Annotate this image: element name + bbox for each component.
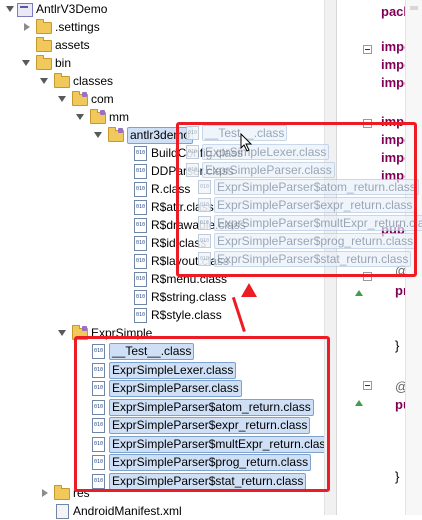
class-file-icon: 010 bbox=[134, 272, 147, 287]
expand-arrow-icon[interactable] bbox=[40, 78, 48, 84]
tree-label-mm: mm bbox=[109, 110, 129, 124]
tree-label-file: R$style.class bbox=[151, 308, 222, 322]
ruler-mark bbox=[410, 6, 418, 10]
collapsed-arrow-icon[interactable] bbox=[24, 23, 30, 31]
package-folder-icon bbox=[72, 91, 88, 106]
expand-arrow-icon[interactable] bbox=[6, 6, 14, 12]
fold-minus-icon[interactable] bbox=[363, 381, 372, 390]
xml-file-icon bbox=[56, 504, 69, 519]
package-badge-icon bbox=[82, 326, 87, 331]
folder-icon bbox=[54, 73, 70, 88]
collapsed-arrow-icon[interactable] bbox=[42, 489, 48, 497]
expand-arrow-icon[interactable] bbox=[94, 132, 102, 138]
code-line: } bbox=[395, 338, 400, 353]
folder-icon bbox=[36, 19, 52, 34]
class-file-icon: 010 bbox=[134, 146, 147, 161]
package-badge-icon bbox=[82, 92, 87, 97]
tree-label-com: com bbox=[91, 92, 114, 106]
folder-icon bbox=[54, 485, 70, 500]
class-file-icon: 010 bbox=[134, 164, 147, 179]
expand-arrow-icon[interactable] bbox=[22, 60, 30, 66]
project-icon bbox=[17, 3, 33, 17]
expand-arrow-icon[interactable] bbox=[58, 330, 66, 336]
class-file-icon: 010 bbox=[134, 290, 147, 305]
highlight-box-drop-target bbox=[176, 122, 417, 277]
expand-arrow-icon[interactable] bbox=[76, 114, 84, 120]
class-file-icon: 010 bbox=[134, 308, 147, 323]
tree-label-bin: bin bbox=[55, 56, 72, 70]
tree-label-assets: assets bbox=[55, 38, 90, 52]
folder-icon bbox=[36, 37, 52, 52]
tree-label-settings: .settings bbox=[55, 20, 100, 34]
package-folder-icon bbox=[108, 127, 124, 142]
class-file-icon: 010 bbox=[134, 182, 147, 197]
class-file-icon: 010 bbox=[134, 254, 147, 269]
package-badge-icon bbox=[118, 128, 123, 133]
mouse-cursor-icon bbox=[240, 133, 253, 152]
expand-arrow-icon[interactable] bbox=[58, 96, 66, 102]
folder-icon bbox=[36, 55, 52, 70]
code-line: } bbox=[395, 469, 400, 484]
tree-label-project: AntlrV3Demo bbox=[36, 2, 108, 16]
fold-minus-icon[interactable] bbox=[363, 45, 372, 54]
override-marker-icon bbox=[355, 290, 363, 296]
class-file-icon: 010 bbox=[134, 200, 147, 215]
class-file-icon: 010 bbox=[134, 218, 147, 233]
tree-label-classes: classes bbox=[73, 74, 114, 88]
package-folder-icon bbox=[90, 109, 106, 124]
drag-arrow-head-icon bbox=[241, 283, 257, 297]
highlight-box-source bbox=[74, 336, 330, 492]
override-marker-icon bbox=[355, 400, 363, 406]
tree-label-manifest: AndroidManifest.xml bbox=[73, 504, 182, 518]
tree-label-file: R$string.class bbox=[151, 290, 227, 304]
package-badge-icon bbox=[100, 110, 105, 115]
class-file-icon: 010 bbox=[134, 236, 147, 251]
